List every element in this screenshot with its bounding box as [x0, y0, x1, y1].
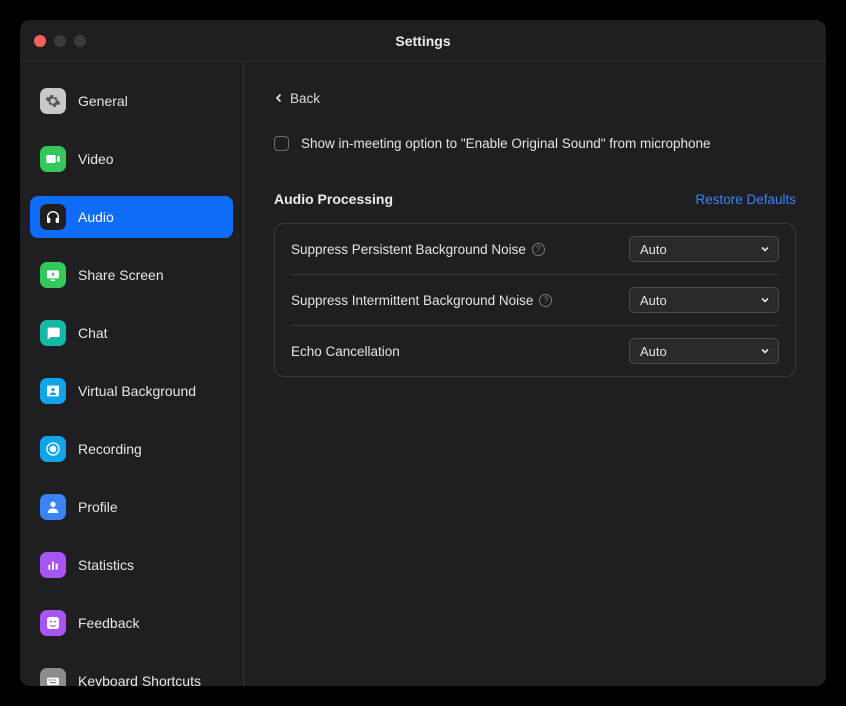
sidebar-item-video[interactable]: Video	[30, 138, 233, 180]
sidebar-item-virtual-background[interactable]: Virtual Background	[30, 370, 233, 412]
traffic-lights	[34, 35, 86, 47]
enable-original-sound-label: Show in-meeting option to "Enable Origin…	[301, 136, 711, 151]
keyboard-icon	[40, 668, 66, 686]
chevron-left-icon	[274, 91, 284, 106]
row-label-text: Echo Cancellation	[291, 344, 400, 359]
chevron-down-icon	[758, 344, 772, 358]
row-label-text: Suppress Intermittent Background Noise	[291, 293, 533, 308]
sidebar-item-label: Feedback	[78, 615, 139, 631]
select-value: Auto	[640, 344, 667, 359]
sidebar-item-label: General	[78, 93, 128, 109]
row-label-text: Suppress Persistent Background Noise	[291, 242, 526, 257]
select-value: Auto	[640, 293, 667, 308]
row-echo-cancellation: Echo Cancellation Auto	[275, 326, 795, 376]
restore-defaults-link[interactable]: Restore Defaults	[695, 192, 796, 207]
help-icon[interactable]: ?	[532, 243, 545, 256]
sidebar-item-chat[interactable]: Chat	[30, 312, 233, 354]
row-label: Suppress Persistent Background Noise?	[291, 242, 545, 257]
sidebar-item-recording[interactable]: Recording	[30, 428, 233, 470]
sidebar-item-general[interactable]: General	[30, 80, 233, 122]
back-label: Back	[290, 91, 320, 106]
chevron-down-icon	[758, 242, 772, 256]
suppress-persistent-background-noise-select[interactable]: Auto	[629, 236, 779, 262]
content-pane: Back Show in-meeting option to "Enable O…	[244, 62, 826, 686]
maximize-window-button[interactable]	[74, 35, 86, 47]
sidebar-item-keyboard-shortcuts[interactable]: Keyboard Shortcuts	[30, 660, 233, 686]
recording-icon	[40, 436, 66, 462]
row-suppress-persistent-background-noise: Suppress Persistent Background Noise? Aut…	[275, 224, 795, 274]
minimize-window-button[interactable]	[54, 35, 66, 47]
sidebar-item-label: Virtual Background	[78, 383, 196, 399]
window-body: General Video Audio Share Screen Chat Virtual…	[20, 62, 826, 686]
sidebar-item-audio[interactable]: Audio	[30, 196, 233, 238]
titlebar: Settings	[20, 20, 826, 62]
virtual-bg-icon	[40, 378, 66, 404]
statistics-icon	[40, 552, 66, 578]
share-screen-icon	[40, 262, 66, 288]
sidebar-item-profile[interactable]: Profile	[30, 486, 233, 528]
sidebar-item-statistics[interactable]: Statistics	[30, 544, 233, 586]
select-value: Auto	[640, 242, 667, 257]
sidebar-item-feedback[interactable]: Feedback	[30, 602, 233, 644]
audio-processing-header: Audio Processing Restore Defaults	[274, 191, 796, 207]
help-icon[interactable]: ?	[539, 294, 552, 307]
back-button[interactable]: Back	[274, 91, 320, 106]
settings-window: Settings General Video Audio Share Screen Ch…	[20, 20, 826, 686]
enable-original-sound-row: Show in-meeting option to "Enable Origin…	[274, 136, 796, 151]
sidebar-item-label: Statistics	[78, 557, 134, 573]
section-title: Audio Processing	[274, 191, 393, 207]
profile-icon	[40, 494, 66, 520]
sidebar-item-label: Chat	[78, 325, 108, 341]
sidebar-item-label: Keyboard Shortcuts	[78, 673, 201, 686]
echo-cancellation-select[interactable]: Auto	[629, 338, 779, 364]
headphones-icon	[40, 204, 66, 230]
feedback-icon	[40, 610, 66, 636]
row-label: Suppress Intermittent Background Noise?	[291, 293, 552, 308]
close-window-button[interactable]	[34, 35, 46, 47]
gear-icon	[40, 88, 66, 114]
row-suppress-intermittent-background-noise: Suppress Intermittent Background Noise? A…	[275, 275, 795, 325]
chat-icon	[40, 320, 66, 346]
video-icon	[40, 146, 66, 172]
sidebar-item-label: Profile	[78, 499, 118, 515]
sidebar: General Video Audio Share Screen Chat Virtual…	[20, 62, 244, 686]
window-title: Settings	[20, 33, 826, 49]
sidebar-item-label: Recording	[78, 441, 142, 457]
chevron-down-icon	[758, 293, 772, 307]
sidebar-item-share-screen[interactable]: Share Screen	[30, 254, 233, 296]
sidebar-item-label: Video	[78, 151, 114, 167]
sidebar-item-label: Share Screen	[78, 267, 164, 283]
suppress-intermittent-background-noise-select[interactable]: Auto	[629, 287, 779, 313]
audio-processing-panel: Suppress Persistent Background Noise? Aut…	[274, 223, 796, 377]
sidebar-item-label: Audio	[78, 209, 114, 225]
enable-original-sound-checkbox[interactable]	[274, 136, 289, 151]
row-label: Echo Cancellation	[291, 344, 400, 359]
